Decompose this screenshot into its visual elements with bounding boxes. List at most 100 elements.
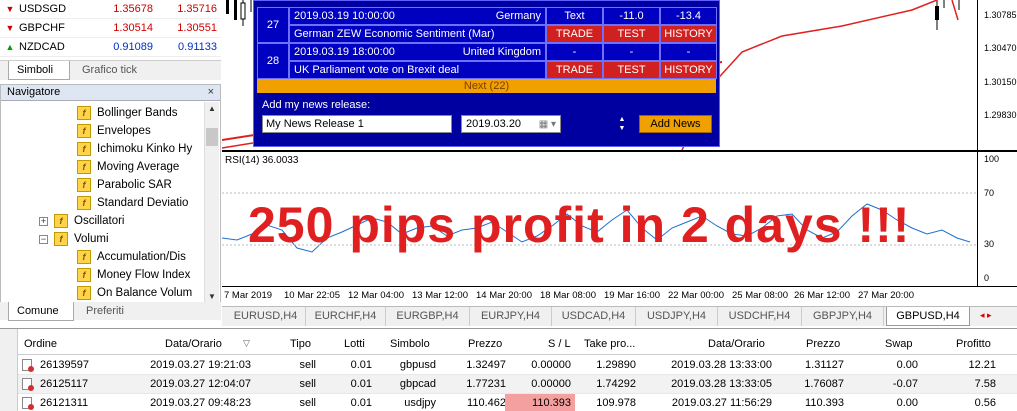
sort-icon[interactable]: ▽ (243, 338, 250, 349)
tab-eurusd[interactable]: EURUSD,H4 (226, 307, 306, 326)
next-button[interactable]: Next (22) (257, 79, 716, 93)
navigator-item-label: Oscillatori (74, 215, 125, 227)
navigator-item-label: On Balance Volum (97, 287, 193, 299)
collapse-icon[interactable]: − (39, 234, 48, 244)
news-date-picker[interactable]: 2019.03.20 ▦ ▾ (461, 115, 561, 133)
symbol-name: NZDCAD (19, 41, 65, 53)
tab-usdjpy[interactable]: USDJPY,H4 (636, 307, 718, 326)
tab-preferiti[interactable]: Preferiti (78, 302, 140, 321)
col-lotti[interactable]: Lotti (344, 338, 365, 350)
cell-ordine: 26125117 (40, 378, 89, 390)
calendar-dropdown-icon[interactable]: ▦ ▾ (539, 119, 556, 130)
navigator-item[interactable]: f On Balance Volum (77, 284, 192, 302)
trade-button[interactable]: TRADE (546, 25, 603, 43)
table-row[interactable]: 26125117 2019.03.27 12:04:07 sell 0.01 g… (18, 375, 1017, 394)
table-row[interactable]: 26139597 2019.03.27 19:21:03 sell 0.01 g… (18, 356, 1017, 375)
expand-icon[interactable]: + (39, 216, 48, 226)
navigator-item[interactable]: f Parabolic SAR (77, 176, 172, 194)
tab-eurchf[interactable]: EURCHF,H4 (306, 307, 386, 326)
market-watch-row[interactable]: ▲ NZDCAD 0.91089 0.91133 (0, 38, 221, 57)
tab-grafico-tick[interactable]: Grafico tick (74, 61, 154, 80)
col-take-profit[interactable]: Take pro... (584, 338, 635, 350)
cell-simbolo: gbpcad (399, 378, 436, 390)
time-tick: 22 Mar 00:00 (668, 290, 724, 301)
news-value: -13.4 (660, 7, 717, 25)
market-watch-row[interactable]: ▼ USDSGD 1.35678 1.35716 (0, 0, 221, 19)
tab-eurgbp[interactable]: EURGBP,H4 (386, 307, 470, 326)
col-swap[interactable]: Swap (885, 338, 913, 350)
news-value: - (546, 43, 603, 61)
table-row[interactable]: 26121311 2019.03.27 09:48:23 sell 0.01 u… (18, 394, 1017, 411)
col-data-orario[interactable]: Data/Orario (165, 338, 222, 350)
navigator-item[interactable]: f Bollinger Bands (77, 104, 178, 122)
navigator-item[interactable]: f Accumulation/Dis (77, 248, 186, 266)
news-value: - (660, 43, 717, 61)
cell-profitto: 7.58 (974, 378, 996, 390)
tab-gbpjpy[interactable]: GBPJPY,H4 (802, 307, 884, 326)
col-prezzo-close[interactable]: Prezzo (806, 338, 840, 350)
tab-comune[interactable]: Comune (8, 302, 74, 321)
news-name-input[interactable] (262, 115, 452, 133)
col-simbolo[interactable]: Simbolo (390, 338, 430, 350)
scroll-up-icon[interactable]: ▲ (205, 102, 219, 116)
market-watch-row[interactable]: ▼ GBPCHF 1.30514 1.30551 (0, 19, 221, 38)
tab-eurjpy[interactable]: EURJPY,H4 (470, 307, 552, 326)
news-date-value: 2019.03.20 (466, 118, 522, 130)
trade-button[interactable]: TRADE (546, 61, 603, 79)
news-row: 27 2019.03.19 10:00:00 Germany German ZE… (257, 7, 717, 43)
news-datetime: 2019.03.19 18:00:00 United Kingdom (289, 43, 546, 61)
tab-gbpusd[interactable]: GBPUSD,H4 (886, 307, 970, 326)
folder-icon: f (54, 232, 68, 246)
cell-ordine: 26139597 (40, 359, 89, 371)
indicator-icon: f (77, 160, 91, 174)
navigator-scrollbar[interactable]: ▲ ▼ (204, 102, 219, 304)
spinner-icon[interactable]: ▲ ▼ (617, 115, 627, 133)
col-prezzo[interactable]: Prezzo (468, 338, 502, 350)
close-icon[interactable]: × (208, 86, 214, 99)
navigator-item[interactable]: f Moving Average (77, 158, 179, 176)
navigator-folder-volumi[interactable]: − f Volumi (39, 230, 109, 248)
col-profitto[interactable]: Profitto (956, 338, 991, 350)
rsi-separator (222, 150, 1017, 152)
test-button[interactable]: TEST (603, 25, 660, 43)
navigator-item[interactable]: f Money Flow Index (77, 266, 190, 284)
navigator-folder-oscillatori[interactable]: + f Oscillatori (39, 212, 124, 230)
navigator-item-label: Standard Deviatio (97, 197, 189, 209)
profit-overlay-text: 250 pips profit in 2 days !!! (248, 197, 911, 253)
tab-usdchf[interactable]: USDCHF,H4 (718, 307, 802, 326)
news-row: 28 2019.03.19 18:00:00 United Kingdom UK… (257, 43, 717, 79)
cell-prezzo: 1.32497 (466, 359, 506, 371)
navigator-item-label: Money Flow Index (97, 269, 191, 281)
time-tick: 26 Mar 12:00 (794, 290, 850, 301)
ask-price: 1.30551 (177, 22, 217, 34)
cell-data-orario-close: 2019.03.28 13:33:00 (671, 359, 772, 371)
history-button[interactable]: HISTORY (660, 25, 717, 43)
cell-profitto: 12.21 (968, 359, 996, 371)
col-ordine[interactable]: Ordine (24, 338, 57, 350)
cell-tipo: sell (299, 359, 316, 371)
bid-price: 0.91089 (113, 41, 153, 53)
navigator-title-bar: Navigatore × (1, 85, 220, 101)
bid-price: 1.30514 (113, 22, 153, 34)
tab-scroll-icon[interactable]: ◂ ▸ (980, 310, 992, 321)
scrollbar-thumb[interactable] (206, 128, 218, 146)
col-tipo[interactable]: Tipo (290, 338, 311, 350)
navigator-item[interactable]: f Ichimoku Kinko Hy (77, 140, 192, 158)
tab-usdcad[interactable]: USDCAD,H4 (552, 307, 636, 326)
time-tick: 13 Mar 12:00 (412, 290, 468, 301)
history-button[interactable]: HISTORY (660, 61, 717, 79)
navigator-item[interactable]: f Standard Deviatio (77, 194, 188, 212)
news-title: German ZEW Economic Sentiment (Mar) (289, 25, 546, 43)
navigator-item[interactable]: f Envelopes (77, 122, 151, 140)
time-tick: 19 Mar 16:00 (604, 290, 660, 301)
add-news-button[interactable]: Add News (639, 115, 712, 133)
cell-simbolo: usdjpy (404, 397, 436, 409)
test-button[interactable]: TEST (603, 61, 660, 79)
col-data-orario-close[interactable]: Data/Orario (708, 338, 765, 350)
col-sl[interactable]: S / L (548, 338, 571, 350)
navigator-title: Navigatore (7, 86, 61, 98)
folder-icon: f (54, 214, 68, 228)
tab-simboli[interactable]: Simboli (8, 61, 70, 80)
order-icon (22, 359, 34, 372)
time-axis: 7 Mar 2019 10 Mar 22:05 12 Mar 04:00 13 … (222, 286, 1017, 305)
